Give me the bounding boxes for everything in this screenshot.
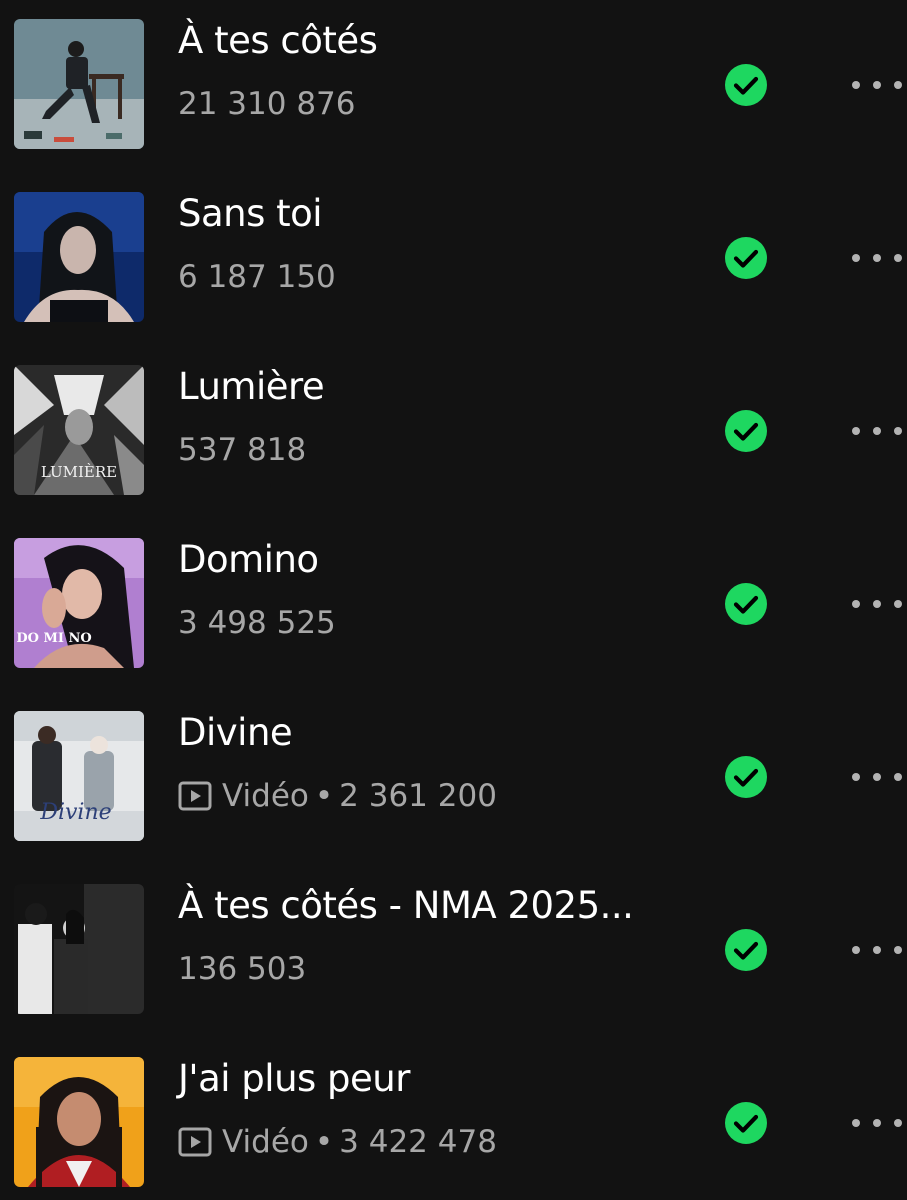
cover-text: Divine xyxy=(39,800,111,825)
track-row[interactable]: Divine Divine Vidéo • 2 361 200 xyxy=(0,692,907,842)
separator-dot: • xyxy=(314,778,334,814)
more-options-icon[interactable] xyxy=(850,1110,907,1136)
play-count: 3 422 478 xyxy=(339,1124,497,1160)
play-count: 136 503 xyxy=(178,951,307,987)
track-list: À tes côtés 21 310 876 Sans toi 6 187 15… xyxy=(0,0,907,1200)
more-options-icon[interactable] xyxy=(850,418,907,444)
video-label: Vidéo xyxy=(222,778,309,814)
more-options-icon[interactable] xyxy=(850,764,907,790)
track-row[interactable]: Sans toi 6 187 150 xyxy=(0,173,907,323)
track-meta: Vidéo • 2 361 200 xyxy=(178,776,497,816)
video-label: Vidéo xyxy=(222,1124,309,1160)
play-count: 21 310 876 xyxy=(178,86,356,122)
more-options-icon[interactable] xyxy=(850,245,907,271)
separator-dot: • xyxy=(314,1124,334,1160)
track-title: À tes côtés xyxy=(178,19,378,62)
play-count: 6 187 150 xyxy=(178,259,336,295)
track-meta: Vidéo • 3 422 478 xyxy=(178,1122,497,1162)
more-options-icon[interactable] xyxy=(850,72,907,98)
check-circle-icon[interactable] xyxy=(725,237,767,279)
track-row[interactable]: LUMIÈRE Lumière 537 818 xyxy=(0,346,907,496)
check-circle-icon[interactable] xyxy=(725,583,767,625)
track-title: J'ai plus peur xyxy=(178,1057,410,1100)
album-cover-image xyxy=(14,192,144,322)
play-count: 2 361 200 xyxy=(339,778,497,814)
check-circle-icon[interactable] xyxy=(725,1102,767,1144)
track-meta: 136 503 xyxy=(178,949,306,989)
track-title: À tes côtés - NMA 2025... xyxy=(178,884,634,927)
track-title: Sans toi xyxy=(178,192,323,235)
more-options-icon[interactable] xyxy=(850,591,907,617)
album-cover-image xyxy=(14,19,144,149)
track-meta: 537 818 xyxy=(178,430,306,470)
more-options-icon[interactable] xyxy=(850,937,907,963)
track-meta: 3 498 525 xyxy=(178,603,336,643)
album-cover-image: LUMIÈRE xyxy=(14,365,144,495)
album-cover-image xyxy=(14,1057,144,1187)
album-cover-image: DO MI NO xyxy=(14,538,144,668)
video-play-icon xyxy=(178,1127,212,1157)
check-circle-icon[interactable] xyxy=(725,410,767,452)
track-meta: 6 187 150 xyxy=(178,257,336,297)
cover-text: LUMIÈRE xyxy=(41,463,117,481)
play-count: 3 498 525 xyxy=(178,605,336,641)
album-cover-image xyxy=(14,884,144,1014)
track-row[interactable]: J'ai plus peur Vidéo • 3 422 478 xyxy=(0,1038,907,1188)
check-circle-icon[interactable] xyxy=(725,64,767,106)
track-title: Lumière xyxy=(178,365,325,408)
check-circle-icon[interactable] xyxy=(725,929,767,971)
track-row[interactable]: DO MI NO Domino 3 498 525 xyxy=(0,519,907,669)
track-row[interactable]: À tes côtés - NMA 2025... 136 503 xyxy=(0,865,907,1015)
album-cover-image: Divine xyxy=(14,711,144,841)
cover-text: DO MI NO xyxy=(16,631,91,646)
check-circle-icon[interactable] xyxy=(725,756,767,798)
video-play-icon xyxy=(178,781,212,811)
track-title: Domino xyxy=(178,538,319,581)
track-meta: 21 310 876 xyxy=(178,84,356,124)
track-row[interactable]: À tes côtés 21 310 876 xyxy=(0,0,907,150)
play-count: 537 818 xyxy=(178,432,307,468)
track-title: Divine xyxy=(178,711,293,754)
